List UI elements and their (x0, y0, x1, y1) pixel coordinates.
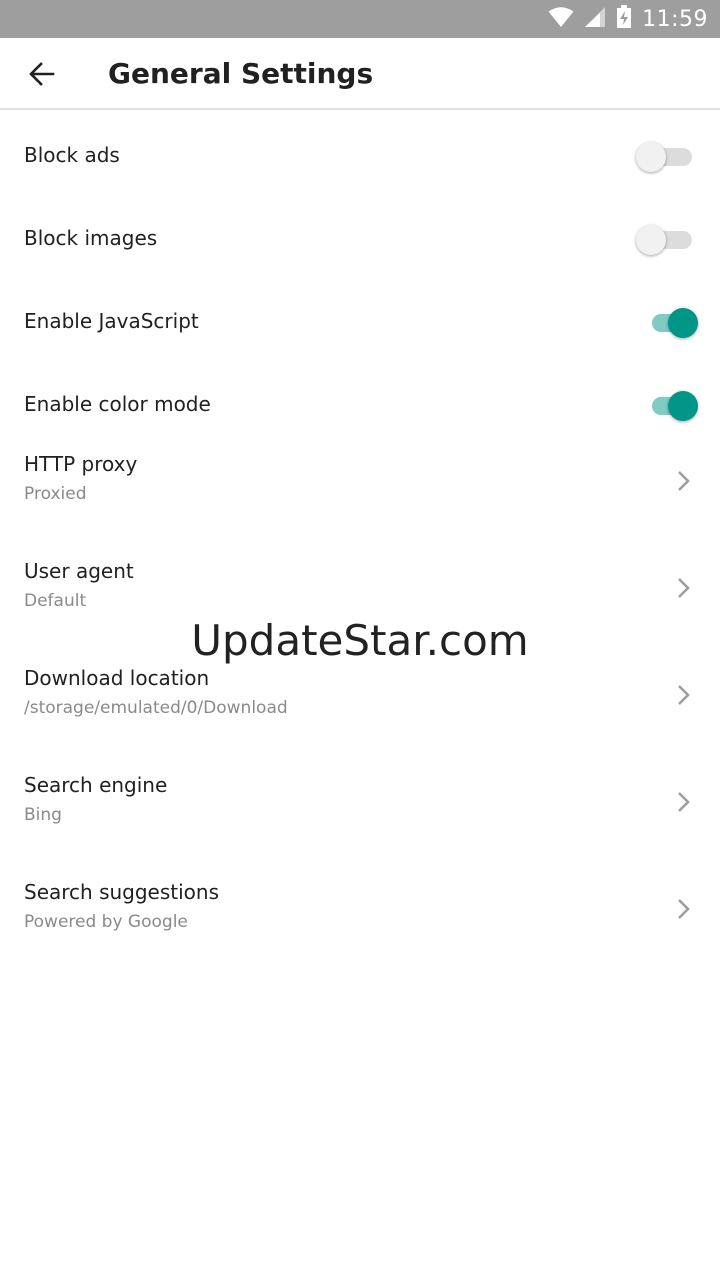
setting-label: Enable JavaScript (24, 309, 199, 333)
setting-title: HTTP proxy (24, 452, 138, 476)
chevron-right-icon (678, 578, 690, 598)
setting-label: Block ads (24, 143, 120, 167)
battery-charging-icon (616, 4, 632, 34)
block-images-switch[interactable] (636, 222, 696, 255)
setting-user-agent[interactable]: User agent Default (0, 535, 720, 642)
setting-title: Search suggestions (24, 880, 220, 904)
setting-summary: Proxied (24, 484, 87, 504)
setting-enable-javascript[interactable]: Enable JavaScript (0, 277, 720, 360)
switch-thumb (668, 391, 698, 421)
chevron-right-icon (678, 685, 690, 705)
setting-summary: Bing (24, 805, 62, 825)
status-bar: 11:59 (0, 0, 720, 38)
enable-javascript-switch[interactable] (648, 305, 698, 338)
setting-summary: Default (24, 591, 87, 611)
setting-block-ads[interactable]: Block ads (0, 111, 720, 194)
back-button[interactable] (18, 50, 66, 98)
setting-label: Enable color mode (24, 392, 211, 416)
page-title: General Settings (108, 57, 374, 90)
status-time: 11:59 (642, 6, 708, 32)
switch-thumb (636, 225, 666, 255)
screen: 11:59 General Settings Block ads Block i… (0, 0, 720, 1280)
setting-title: User agent (24, 559, 134, 583)
cell-signal-icon (584, 6, 606, 33)
setting-http-proxy[interactable]: HTTP proxy Proxied (0, 443, 720, 535)
settings-list: Block ads Block images Enable JavaScript… (0, 111, 720, 963)
chevron-right-icon (678, 471, 690, 491)
switch-thumb (636, 142, 666, 172)
switch-thumb (668, 308, 698, 338)
chevron-right-icon (678, 899, 690, 919)
setting-enable-color-mode[interactable]: Enable color mode (0, 360, 720, 443)
setting-title: Download location (24, 666, 210, 690)
arrow-back-icon (29, 62, 55, 86)
setting-search-suggestions[interactable]: Search suggestions Powered by Google (0, 856, 720, 963)
wifi-icon (548, 6, 574, 33)
block-ads-switch[interactable] (636, 139, 696, 172)
setting-search-engine[interactable]: Search engine Bing (0, 749, 720, 856)
setting-label: Block images (24, 226, 158, 250)
setting-block-images[interactable]: Block images (0, 194, 720, 277)
setting-summary: Powered by Google (24, 912, 188, 932)
setting-summary: /storage/emulated/0/Download (24, 698, 288, 718)
setting-download-location[interactable]: Download location /storage/emulated/0/Do… (0, 642, 720, 749)
app-bar: General Settings (0, 38, 720, 110)
setting-title: Search engine (24, 773, 168, 797)
enable-color-mode-switch[interactable] (648, 388, 698, 421)
chevron-right-icon (678, 792, 690, 812)
